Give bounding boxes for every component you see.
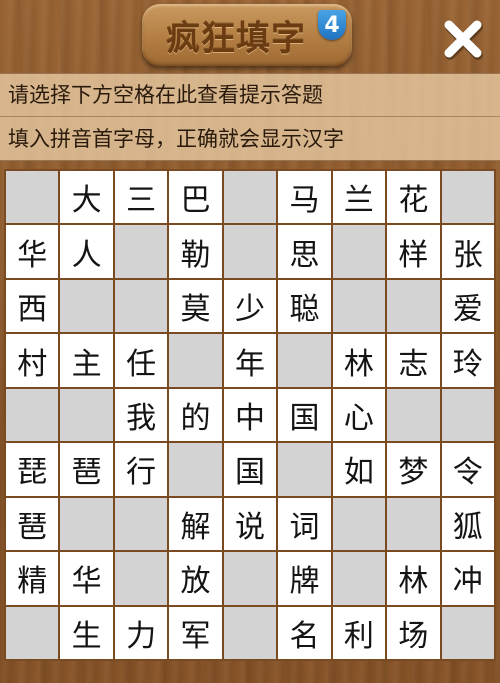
grid-cell-filled[interactable]: 琶 (60, 443, 113, 496)
grid-cell-filled[interactable]: 人 (60, 225, 113, 278)
grid-cell-filled[interactable]: 中 (223, 388, 277, 442)
grid-cell-filled[interactable]: 精 (6, 552, 59, 605)
crossword-grid: 大三巴马兰花华人勒思样张西莫少聪爱村主任年林志玲我的中国心琵琶行国如梦令琶解说词… (4, 169, 496, 661)
grid-cell-empty[interactable] (114, 497, 168, 551)
grid-cell-filled[interactable]: 说 (223, 497, 277, 551)
grid-cell-filled[interactable]: 军 (169, 606, 222, 659)
grid-cell-empty[interactable] (332, 497, 386, 551)
grid-cell-empty[interactable] (332, 225, 386, 278)
grid-cell-filled[interactable]: 国 (278, 388, 331, 442)
grid-cell-filled[interactable]: 解 (169, 497, 222, 551)
grid-cell-filled[interactable]: 如 (332, 443, 386, 496)
grid-cell-empty[interactable] (6, 388, 59, 442)
grid-cell-empty[interactable] (387, 279, 440, 333)
hint-line-select: 请选择下方空格在此查看提示答题 (8, 83, 323, 107)
grid-cell-empty[interactable] (223, 552, 277, 605)
grid-cell-filled[interactable]: 场 (387, 606, 440, 659)
grid-cell-empty[interactable] (169, 334, 222, 387)
grid-cell-empty[interactable] (387, 388, 440, 442)
grid-cell-empty[interactable] (60, 388, 113, 442)
grid-cell-filled[interactable]: 生 (60, 606, 113, 659)
grid-cell-filled[interactable]: 放 (169, 552, 222, 605)
grid-cell-filled[interactable]: 三 (114, 171, 168, 224)
grid-cell-filled[interactable]: 林 (332, 334, 386, 387)
grid-cell-empty[interactable] (169, 443, 222, 496)
grid-cell-filled[interactable]: 令 (441, 443, 494, 496)
grid-cell-empty[interactable] (114, 279, 168, 333)
grid-cell-filled[interactable]: 琶 (6, 497, 59, 551)
grid-cell-empty[interactable] (278, 443, 331, 496)
grid-cell-empty[interactable] (332, 552, 386, 605)
grid-cell-filled[interactable]: 琵 (6, 443, 59, 496)
grid-cell-filled[interactable]: 勒 (169, 225, 222, 278)
close-x-icon (444, 20, 483, 60)
grid-cell-filled[interactable]: 少 (223, 279, 277, 333)
grid-cell-filled[interactable]: 华 (6, 225, 59, 278)
grid-cell-empty[interactable] (223, 606, 277, 659)
hint-line-instructions: 填入拼音首字母，正确就会显示汉字 (8, 127, 344, 151)
grid-cell-filled[interactable]: 名 (278, 606, 331, 659)
grid-cell-empty[interactable] (223, 225, 277, 278)
grid-cell-filled[interactable]: 巴 (169, 171, 222, 224)
grid-cell-filled[interactable]: 聪 (278, 279, 331, 333)
grid-cell-filled[interactable]: 花 (387, 171, 440, 224)
grid-cell-filled[interactable]: 林 (387, 552, 440, 605)
grid-cell-filled[interactable]: 大 (60, 171, 113, 224)
grid-cell-filled[interactable]: 梦 (387, 443, 440, 496)
grid-cell-empty[interactable] (60, 497, 113, 551)
grid-cell-empty[interactable] (60, 279, 113, 333)
grid-cell-filled[interactable]: 志 (387, 334, 440, 387)
grid-cell-filled[interactable]: 任 (114, 334, 168, 387)
grid-cell-filled[interactable]: 马 (278, 171, 331, 224)
grid-cell-filled[interactable]: 张 (441, 225, 494, 278)
game-title: 疯狂填字 (166, 18, 306, 59)
grid-cell-empty[interactable] (114, 225, 168, 278)
hint-panel: 请选择下方空格在此查看提示答题 填入拼音首字母，正确就会显示汉字 (0, 73, 500, 161)
grid-cell-filled[interactable]: 的 (169, 388, 222, 442)
grid-cell-filled[interactable]: 行 (114, 443, 168, 496)
grid-cell-filled[interactable]: 利 (332, 606, 386, 659)
grid-cell-filled[interactable]: 华 (60, 552, 113, 605)
grid-cell-filled[interactable]: 词 (278, 497, 331, 551)
grid-cell-empty[interactable] (441, 171, 494, 224)
grid-cell-filled[interactable]: 冲 (441, 552, 494, 605)
grid-cell-empty[interactable] (114, 552, 168, 605)
grid-cell-filled[interactable]: 狐 (441, 497, 494, 551)
level-badge: 4 (318, 10, 346, 40)
grid-cell-filled[interactable]: 国 (223, 443, 277, 496)
grid-cell-filled[interactable]: 西 (6, 279, 59, 333)
grid-cell-filled[interactable]: 样 (387, 225, 440, 278)
grid-cell-filled[interactable]: 心 (332, 388, 386, 442)
grid-cell-empty[interactable] (441, 606, 494, 659)
grid-cell-filled[interactable]: 牌 (278, 552, 331, 605)
grid-cell-filled[interactable]: 主 (60, 334, 113, 387)
hint-divider (0, 116, 500, 117)
grid-cell-filled[interactable]: 爱 (441, 279, 494, 333)
grid-cell-empty[interactable] (332, 279, 386, 333)
grid-cell-filled[interactable]: 思 (278, 225, 331, 278)
grid-cell-filled[interactable]: 我 (114, 388, 168, 442)
grid-cell-empty[interactable] (387, 497, 440, 551)
grid-cell-filled[interactable]: 村 (6, 334, 59, 387)
close-button[interactable] (438, 14, 488, 64)
grid-cell-empty[interactable] (223, 171, 277, 224)
grid-cell-filled[interactable]: 力 (114, 606, 168, 659)
grid-cell-empty[interactable] (441, 388, 494, 442)
grid-cell-filled[interactable]: 年 (223, 334, 277, 387)
grid-cell-filled[interactable]: 玲 (441, 334, 494, 387)
grid-cell-filled[interactable]: 莫 (169, 279, 222, 333)
grid-cell-empty[interactable] (6, 606, 59, 659)
grid-cell-empty[interactable] (278, 334, 331, 387)
top-bar: 疯狂填字 4 (0, 0, 500, 72)
grid-cell-empty[interactable] (6, 171, 59, 224)
grid-cell-filled[interactable]: 兰 (332, 171, 386, 224)
